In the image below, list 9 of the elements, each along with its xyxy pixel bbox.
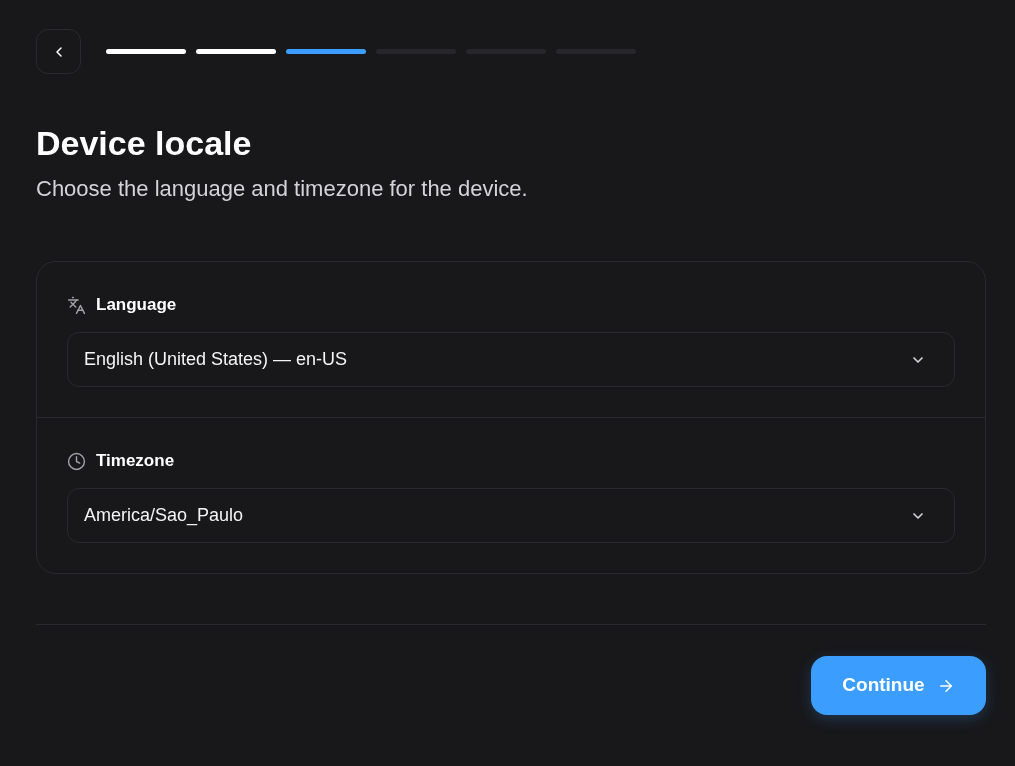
page-title: Device locale bbox=[36, 123, 253, 164]
clock-icon bbox=[67, 451, 86, 471]
select-field[interactable]: English (United States) — en-US bbox=[67, 332, 955, 387]
field-label: Timezone bbox=[96, 450, 175, 472]
field-label: Language bbox=[96, 294, 177, 316]
page-subtitle: Choose the language and timezone for the device. bbox=[36, 175, 529, 203]
select-field[interactable]: America/Sao_Paulo bbox=[67, 488, 955, 543]
translate-icon bbox=[67, 295, 86, 315]
back-button[interactable] bbox=[36, 29, 81, 74]
